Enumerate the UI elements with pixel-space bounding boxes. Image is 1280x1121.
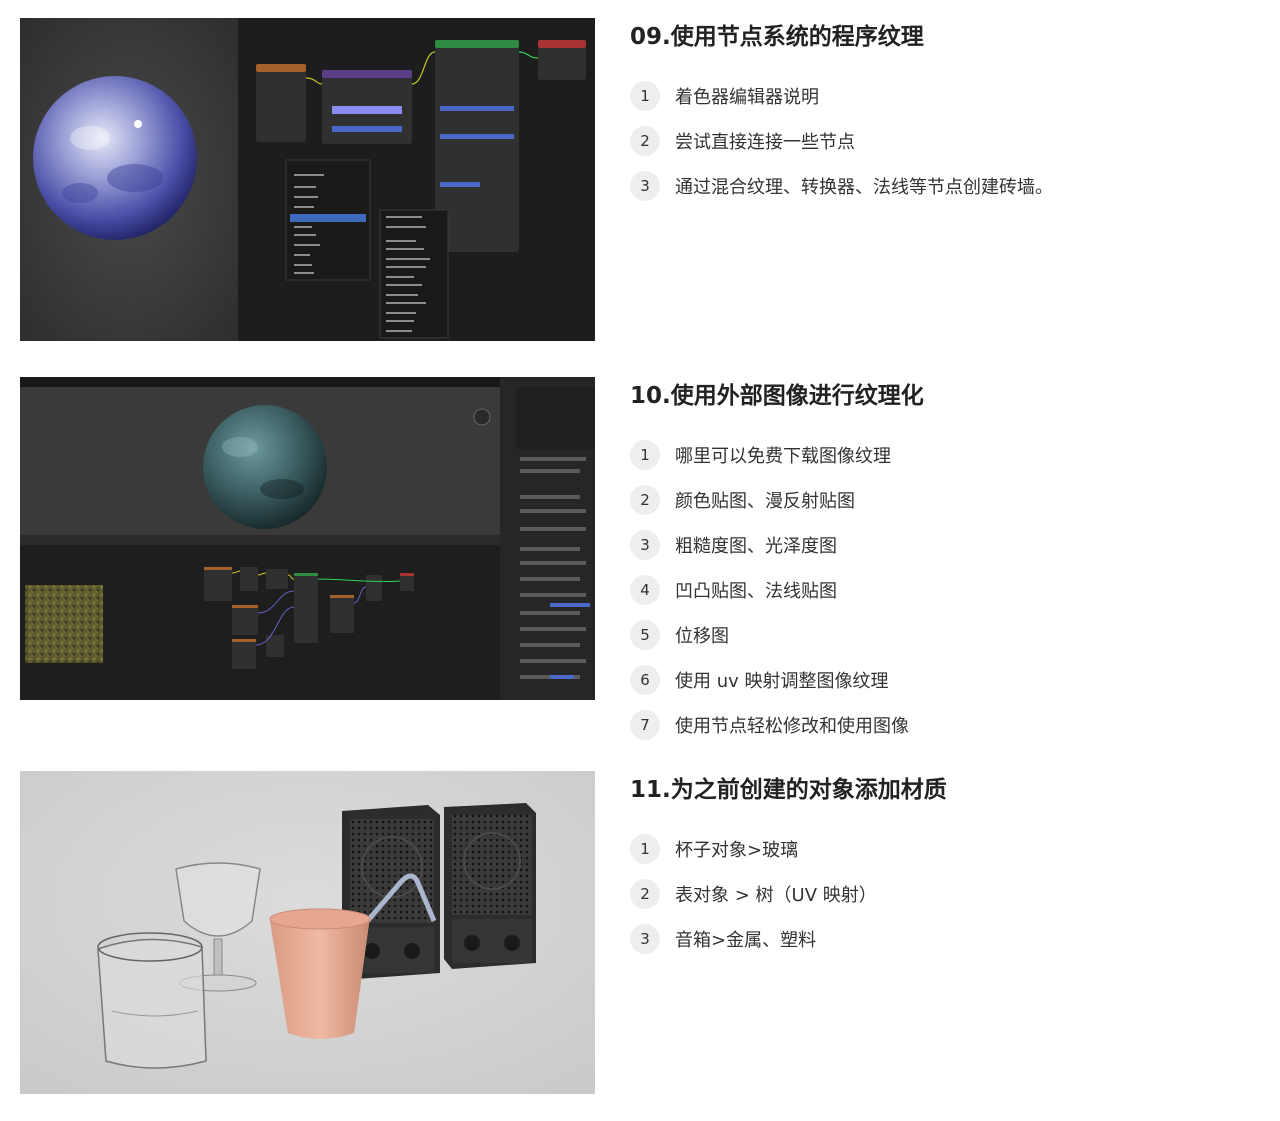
item-label: 粗糙度图、光泽度图 (675, 535, 837, 557)
image-texture-screenshot (20, 377, 595, 700)
item-label: 颜色贴图、漫反射贴图 (675, 490, 855, 512)
list-item: 1 杯子对象>玻璃 (630, 826, 1250, 871)
item-label: 着色器编辑器说明 (675, 86, 819, 108)
image-texture-image (20, 377, 595, 700)
section-title: 09.使用节点系统的程序纹理 (630, 24, 924, 50)
topic-list: 1 着色器编辑器说明 2 尝试直接连接一些节点 3 通过混合纹理、转换器、法线等… (630, 73, 1250, 208)
item-label: 凹凸贴图、法线贴图 (675, 580, 837, 602)
item-number-badge: 2 (630, 125, 660, 156)
item-number-badge: 2 (630, 878, 660, 909)
list-item: 6 使用 uv 映射调整图像纹理 (630, 657, 1250, 702)
section-11-content: 11.为之前创建的对象添加材质 1 杯子对象>玻璃 2 表对象 > 树（UV 映… (630, 770, 1250, 961)
item-label: 位移图 (675, 625, 729, 647)
item-label: 通过混合纹理、转换器、法线等节点创建砖墙。 (675, 176, 1053, 198)
section-10-content: 10.使用外部图像进行纹理化 1 哪里可以免费下载图像纹理 2 颜色贴图、漫反射… (630, 376, 1250, 747)
item-number-badge: 1 (630, 833, 660, 864)
item-label: 哪里可以免费下载图像纹理 (675, 445, 891, 467)
item-number-badge: 5 (630, 619, 660, 650)
shader-editor-image (20, 18, 595, 341)
item-number-badge: 3 (630, 923, 660, 954)
item-label: 尝试直接连接一些节点 (675, 131, 855, 153)
item-number-badge: 3 (630, 529, 660, 560)
item-label: 杯子对象>玻璃 (675, 839, 799, 861)
item-number-badge: 1 (630, 439, 660, 470)
list-item: 1 着色器编辑器说明 (630, 73, 1250, 118)
item-number-badge: 4 (630, 574, 660, 605)
section-title: 10.使用外部图像进行纹理化 (630, 383, 924, 409)
list-item: 2 颜色贴图、漫反射贴图 (630, 477, 1250, 522)
item-number-badge: 2 (630, 484, 660, 515)
item-label: 表对象 > 树（UV 映射） (675, 884, 877, 906)
item-number-badge: 3 (630, 170, 660, 201)
item-number-badge: 6 (630, 664, 660, 695)
list-item: 3 通过混合纹理、转换器、法线等节点创建砖墙。 (630, 163, 1250, 208)
section-title: 11.为之前创建的对象添加材质 (630, 777, 947, 803)
item-number-badge: 7 (630, 709, 660, 740)
item-label: 使用节点轻松修改和使用图像 (675, 715, 909, 737)
materials-render-screenshot (20, 771, 595, 1094)
list-item: 5 位移图 (630, 612, 1250, 657)
list-item: 7 使用节点轻松修改和使用图像 (630, 702, 1250, 747)
section-09-content: 09.使用节点系统的程序纹理 1 着色器编辑器说明 2 尝试直接连接一些节点 3… (630, 17, 1250, 208)
list-item: 3 粗糙度图、光泽度图 (630, 522, 1250, 567)
list-item: 2 尝试直接连接一些节点 (630, 118, 1250, 163)
shader-editor-screenshot (20, 18, 595, 341)
list-item: 2 表对象 > 树（UV 映射） (630, 871, 1250, 916)
topic-list: 1 哪里可以免费下载图像纹理 2 颜色贴图、漫反射贴图 3 粗糙度图、光泽度图 … (630, 432, 1250, 747)
list-item: 3 音箱>金属、塑料 (630, 916, 1250, 961)
item-label: 使用 uv 映射调整图像纹理 (675, 670, 889, 692)
list-item: 4 凹凸贴图、法线贴图 (630, 567, 1250, 612)
list-item: 1 哪里可以免费下载图像纹理 (630, 432, 1250, 477)
item-number-badge: 1 (630, 80, 660, 111)
materials-render-image (20, 771, 595, 1094)
topic-list: 1 杯子对象>玻璃 2 表对象 > 树（UV 映射） 3 音箱>金属、塑料 (630, 826, 1250, 961)
item-label: 音箱>金属、塑料 (675, 929, 817, 951)
